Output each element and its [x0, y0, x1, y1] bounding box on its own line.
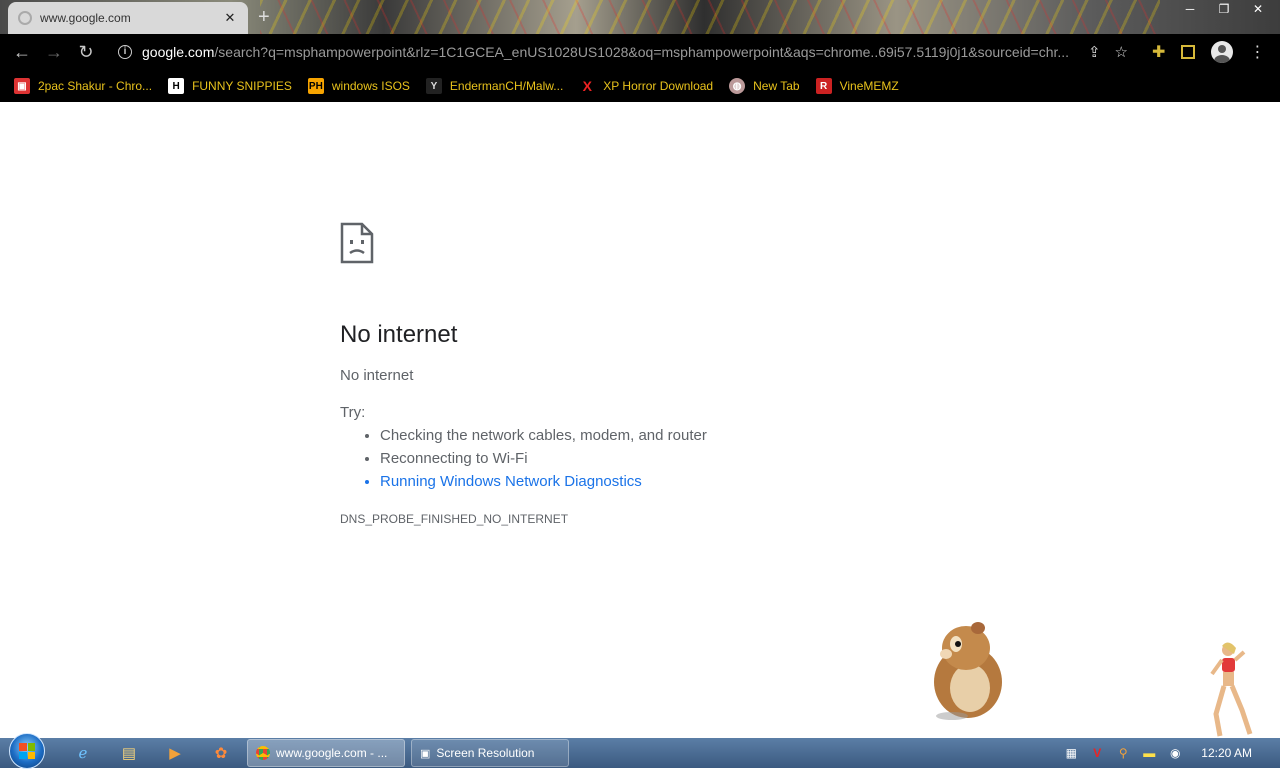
dancing-hamster-image	[934, 622, 1002, 720]
try-label: Try:	[340, 404, 366, 421]
bookmark-label: XP Horror Download	[603, 79, 714, 93]
bookmark-item[interactable]: R VineMEMZ	[815, 78, 899, 94]
tray-search-icon[interactable]: ⚲	[1115, 745, 1131, 761]
media-player-icon[interactable]: ▶	[163, 741, 187, 765]
back-icon[interactable]: ←	[6, 36, 38, 68]
close-tab-icon[interactable]: ✕	[222, 10, 238, 26]
r-icon: R	[815, 78, 832, 94]
bookmark-label: New Tab	[753, 79, 800, 93]
bookmarks-bar: ▣ 2pac Shakur - Chro... H FUNNY SNIPPIES…	[0, 70, 1280, 102]
error-code: DNS_PROBE_FINISHED_NO_INTERNET	[340, 512, 569, 526]
error-title: No internet	[340, 321, 458, 348]
new-tab-icon[interactable]: +	[258, 6, 270, 29]
bookmark-label: VineMEMZ	[839, 79, 899, 93]
display-settings-icon: ▣	[420, 747, 431, 760]
taskbar: ℯ ▤ ▶ ✿ www.google.com - ... ▣ Screen Re…	[0, 733, 1280, 769]
suggestion-reconnect-wifi: Reconnecting to Wi-Fi	[380, 450, 940, 467]
bookmark-item[interactable]: H FUNNY SNIPPIES	[168, 78, 292, 94]
start-button[interactable]	[9, 733, 45, 769]
url-host: google.com	[142, 44, 215, 60]
address-bar[interactable]: i google.com/search?q=msphampowerpoint&r…	[108, 37, 1138, 67]
extensions-puzzle-icon[interactable]: ✚	[1152, 42, 1165, 62]
minimize-icon[interactable]: ─	[1178, 0, 1202, 18]
file-explorer-icon[interactable]: ▤	[117, 741, 141, 765]
bookmark-label: EndermanCH/Malw...	[449, 79, 564, 93]
tray-notification-icon[interactable]: ▬	[1141, 745, 1157, 761]
restore-icon[interactable]: ❐	[1212, 0, 1236, 18]
tab-strip: www.google.com ✕ + ─ ❐ ✕	[0, 0, 1280, 34]
close-window-icon[interactable]: ✕	[1246, 0, 1270, 18]
globe-icon: ◍	[729, 78, 746, 94]
dancing-figure-image	[1210, 642, 1253, 737]
bookmark-star-icon[interactable]: ☆	[1115, 43, 1128, 61]
tab-title: www.google.com	[40, 11, 131, 25]
bookmark-item[interactable]: Y EndermanCH/Malw...	[425, 78, 564, 94]
system-tray: ▦ V ⚲ ▬ ◉ 12:20 AM	[1063, 745, 1280, 761]
browser-tab[interactable]: www.google.com ✕	[8, 2, 248, 34]
tray-app-icon[interactable]: ▦	[1063, 745, 1079, 761]
suggestion-list: Checking the network cables, modem, and …	[380, 427, 940, 490]
url-path: /search?q=msphampowerpoint&rlz=1C1GCEA_e…	[214, 44, 1070, 60]
share-icon[interactable]: ⇪	[1088, 43, 1101, 61]
quick-launch: ℯ ▤ ▶ ✿	[71, 741, 233, 765]
internet-explorer-icon[interactable]: ℯ	[71, 741, 95, 765]
taskbar-button-label: Screen Resolution	[436, 746, 535, 760]
theme-background	[260, 0, 1160, 34]
site-info-icon[interactable]: i	[118, 45, 132, 59]
paint-icon[interactable]: ✿	[209, 741, 233, 765]
bookmark-item[interactable]: PH windows ISOS	[307, 78, 410, 94]
tray-volume-icon[interactable]: ◉	[1167, 745, 1183, 761]
chrome-icon	[256, 746, 270, 760]
bookmark-label: FUNNY SNIPPIES	[192, 79, 292, 93]
bookmark-item[interactable]: X XP Horror Download	[579, 78, 714, 94]
loading-favicon-icon	[18, 11, 32, 25]
tray-v-icon[interactable]: V	[1089, 745, 1105, 761]
browser-toolbar: ← → ↻ i google.com/search?q=msphampowerp…	[0, 34, 1280, 70]
bookmark-label: windows ISOS	[331, 79, 410, 93]
side-panel-icon[interactable]	[1181, 45, 1196, 59]
taskbar-screen-resolution-button[interactable]: ▣ Screen Resolution	[411, 739, 569, 767]
clock[interactable]: 12:20 AM	[1201, 746, 1252, 760]
x-icon: X	[582, 78, 592, 94]
more-menu-icon[interactable]: ⋮	[1249, 42, 1265, 62]
bookmark-item[interactable]: ◍ New Tab	[729, 78, 800, 94]
ph-icon: PH	[307, 78, 324, 94]
taskbar-chrome-button[interactable]: www.google.com - ...	[247, 739, 405, 767]
bookmark-label: 2pac Shakur - Chro...	[38, 79, 153, 93]
error-panel: No internet No internet Try: Checking th…	[340, 222, 940, 526]
h-icon: H	[168, 78, 185, 94]
yp-icon: Y	[425, 78, 442, 94]
window-controls: ─ ❐ ✕	[1178, 0, 1270, 18]
bookmark-item[interactable]: ▣ 2pac Shakur - Chro...	[14, 78, 152, 94]
tupac-icon: ▣	[14, 78, 30, 94]
suggestion-check-cables: Checking the network cables, modem, and …	[380, 427, 940, 444]
windows-logo-icon	[19, 743, 35, 759]
reload-icon[interactable]: ↻	[70, 36, 102, 68]
page-content: No internet No internet Try: Checking th…	[0, 102, 1280, 738]
error-subtitle: No internet	[340, 367, 414, 384]
network-diagnostics-link[interactable]: Running Windows Network Diagnostics	[380, 473, 940, 490]
sad-document-icon	[340, 222, 374, 264]
url-text[interactable]: google.com/search?q=msphampowerpoint&rlz…	[142, 44, 1080, 60]
taskbar-button-label: www.google.com - ...	[276, 746, 388, 760]
profile-avatar-icon[interactable]	[1211, 41, 1234, 63]
forward-icon[interactable]: →	[38, 36, 70, 68]
